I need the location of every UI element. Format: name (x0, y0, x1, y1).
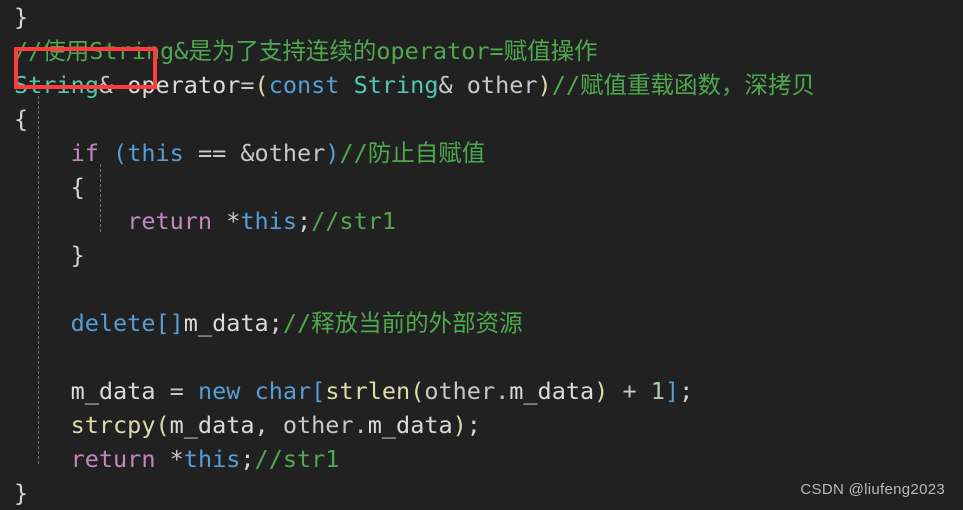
code-line[interactable]: if (this == &other)//防止自赋值 (14, 136, 963, 170)
code-token: String (353, 71, 439, 99)
code-token: strcpy (70, 411, 156, 439)
code-token: this (127, 139, 184, 167)
code-line[interactable]: } (14, 0, 963, 34)
code-token: } (14, 479, 29, 507)
code-token: //str1 (311, 207, 397, 235)
code-token: ( (410, 377, 425, 405)
code-screenshot: }//使用String&是为了支持连续的operator=赋值操作 String&… (0, 0, 963, 510)
code-token: == (197, 139, 227, 167)
code-token: if (70, 139, 99, 167)
code-token: m_data (509, 377, 595, 405)
code-token: m_data (70, 377, 156, 405)
code-token: //str1 (254, 445, 340, 473)
code-editor-content[interactable]: }//使用String&是为了支持连续的operator=赋值操作 String&… (0, 0, 963, 510)
code-token: operator (127, 71, 241, 99)
code-token: //释放当前的外部资源 (282, 309, 523, 337)
code-token: //防止自赋值 (339, 139, 486, 167)
code-token: ) (452, 411, 467, 439)
code-token: ] (664, 377, 680, 405)
code-token: } (14, 241, 85, 269)
code-token: //使用String&是为了支持连续的operator=赋值操作 (14, 37, 598, 65)
code-token: ; (679, 377, 694, 405)
code-token: this (240, 207, 297, 235)
code-line[interactable]: { (14, 170, 963, 204)
code-token: ( (155, 411, 170, 439)
code-token: this (183, 445, 241, 473)
code-token: + (622, 377, 637, 405)
code-token: ( (254, 71, 269, 99)
code-token: ( (113, 139, 128, 167)
code-token: = (240, 71, 255, 99)
code-token: //赋值重载函数，深拷贝 (551, 71, 815, 99)
code-token: { (14, 105, 29, 133)
code-line[interactable] (14, 272, 963, 306)
code-token: & (438, 71, 467, 99)
code-token: * (169, 445, 184, 473)
code-token: ; (240, 445, 255, 473)
code-token: String (14, 71, 99, 99)
code-line[interactable]: } (14, 238, 963, 272)
code-token: new (197, 377, 241, 405)
code-token: char (254, 377, 312, 405)
code-token: . (353, 411, 368, 439)
code-token: ; (466, 411, 481, 439)
code-token: ; (296, 207, 312, 235)
code-token: ) (325, 139, 340, 167)
code-line[interactable]: //使用String&是为了支持连续的operator=赋值操作 (14, 34, 963, 68)
code-token: . (495, 377, 510, 405)
code-token: ; (268, 309, 283, 337)
code-token: m_data (169, 411, 255, 439)
code-token: ) (594, 377, 609, 405)
code-token: const (268, 71, 340, 99)
code-token: return (70, 445, 156, 473)
code-line[interactable]: m_data = new char[strlen(other.m_data) +… (14, 374, 963, 408)
code-line[interactable]: return *this;//str1 (14, 204, 963, 238)
code-token: , (254, 411, 269, 439)
code-token: } (14, 3, 29, 31)
code-line[interactable]: return *this;//str1 (14, 442, 963, 476)
code-token: 1 (650, 377, 665, 405)
code-line[interactable]: strcpy(m_data, other.m_data); (14, 408, 963, 442)
code-line[interactable]: String& operator=(const String& other)//… (14, 68, 963, 102)
code-line[interactable] (14, 340, 963, 374)
code-token: delete (70, 309, 156, 337)
csdn-watermark: CSDN @liufeng2023 (800, 481, 945, 498)
code-token: m_data (367, 411, 453, 439)
code-token: { (14, 173, 85, 201)
code-token: strlen (325, 377, 411, 405)
code-token: ) (537, 71, 552, 99)
code-line[interactable]: { (14, 102, 963, 136)
code-token: &other (240, 139, 326, 167)
code-line[interactable]: delete[]m_data;//释放当前的外部资源 (14, 306, 963, 340)
code-token: [ (311, 377, 326, 405)
code-token: other (424, 377, 496, 405)
code-token: & (98, 71, 128, 99)
code-token: return (127, 207, 213, 235)
code-token: = (169, 377, 184, 405)
code-token: other (466, 71, 538, 99)
code-token: [] (155, 309, 184, 337)
code-token: other (282, 411, 354, 439)
code-token: m_data (183, 309, 269, 337)
code-token: * (226, 207, 241, 235)
